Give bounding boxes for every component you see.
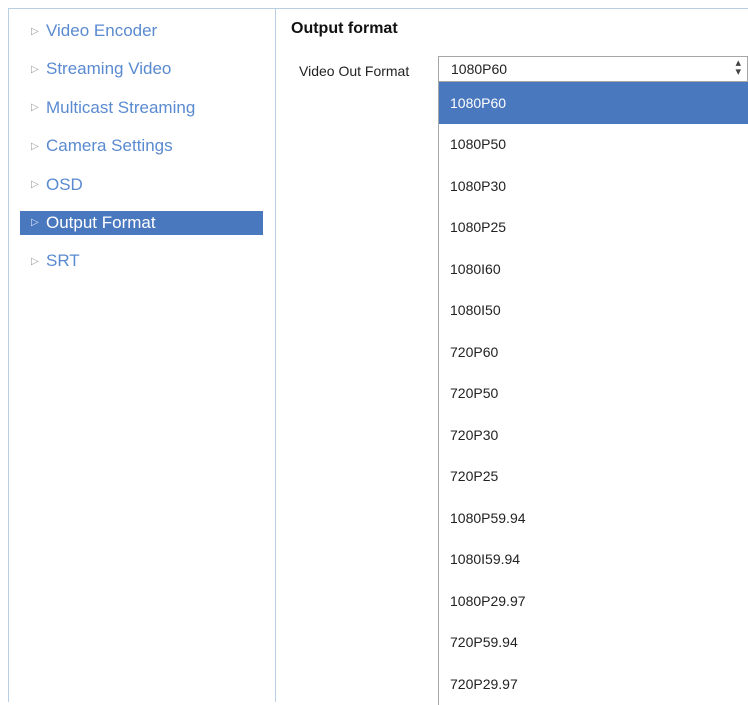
- dropdown-option[interactable]: 1080P59.94: [439, 497, 748, 539]
- sidebar-item-label: Streaming Video: [46, 59, 172, 79]
- dropdown-option[interactable]: 720P29.97: [439, 663, 748, 705]
- sidebar-item-label: Camera Settings: [46, 136, 173, 156]
- sidebar-item-video-encoder[interactable]: ▷ Video Encoder: [20, 19, 263, 43]
- sidebar: ▷ Video Encoder ▷ Streaming Video ▷ Multicast…: [8, 8, 276, 702]
- sidebar-item-streaming-video[interactable]: ▷ Streaming Video: [20, 57, 263, 81]
- sidebar-item-srt[interactable]: ▷ SRT: [20, 249, 263, 273]
- triangle-right-icon: ▷: [31, 140, 39, 152]
- dropdown-option[interactable]: 720P50: [439, 373, 748, 415]
- triangle-right-icon: ▷: [31, 25, 39, 37]
- sidebar-item-output-format[interactable]: ▷ Output Format: [20, 210, 263, 235]
- main-panel: Output format Video Out Format 1080P60 ▴…: [276, 8, 748, 705]
- sidebar-item-osd[interactable]: ▷ OSD: [20, 173, 263, 197]
- triangle-right-icon: ▷: [31, 255, 39, 267]
- video-out-format-label: Video Out Format: [299, 63, 410, 79]
- dropdown-option[interactable]: 1080P25: [439, 207, 748, 249]
- dropdown-option[interactable]: 1080P60: [439, 82, 748, 124]
- triangle-right-icon: ▷: [31, 217, 39, 229]
- dropdown-option[interactable]: 1080P29.97: [439, 580, 748, 622]
- page-title: Output format: [291, 20, 398, 37]
- sidebar-nav: ▷ Video Encoder ▷ Streaming Video ▷ Multicast…: [20, 19, 263, 288]
- dropdown-option[interactable]: 1080P50: [439, 124, 748, 166]
- dropdown-option[interactable]: 720P60: [439, 331, 748, 373]
- up-down-chevron-icon: ▴ ▾: [735, 57, 741, 78]
- select-value: 1080P60: [451, 61, 508, 77]
- dropdown-option[interactable]: 1080I59.94: [439, 539, 748, 581]
- dropdown-option[interactable]: 1080I60: [439, 248, 748, 290]
- sidebar-item-label: Video Encoder: [46, 21, 158, 40]
- sidebar-item-label: Multicast Streaming: [46, 97, 196, 117]
- sidebar-item-camera-settings[interactable]: ▷ Camera Settings: [20, 134, 263, 158]
- dropdown-option[interactable]: 720P59.94: [439, 622, 748, 664]
- triangle-right-icon: ▷: [31, 63, 39, 75]
- triangle-right-icon: ▷: [31, 102, 39, 114]
- sidebar-item-multicast-streaming[interactable]: ▷ Multicast Streaming: [20, 96, 263, 120]
- dropdown-option[interactable]: 720P30: [439, 414, 748, 456]
- video-out-format-select[interactable]: 1080P60 ▴ ▾: [438, 56, 748, 82]
- triangle-right-icon: ▷: [31, 179, 39, 191]
- sidebar-item-label: Output Format: [46, 212, 156, 232]
- dropdown-option[interactable]: 1080P30: [439, 165, 748, 207]
- sidebar-item-label: SRT: [46, 251, 80, 271]
- sidebar-item-label: OSD: [46, 174, 83, 194]
- dropdown-option[interactable]: 1080I50: [439, 290, 748, 332]
- video-out-format-dropdown: 1080P60 1080P50 1080P30 1080P25 1080I60 1080I…: [438, 82, 748, 705]
- dropdown-option[interactable]: 720P25: [439, 456, 748, 498]
